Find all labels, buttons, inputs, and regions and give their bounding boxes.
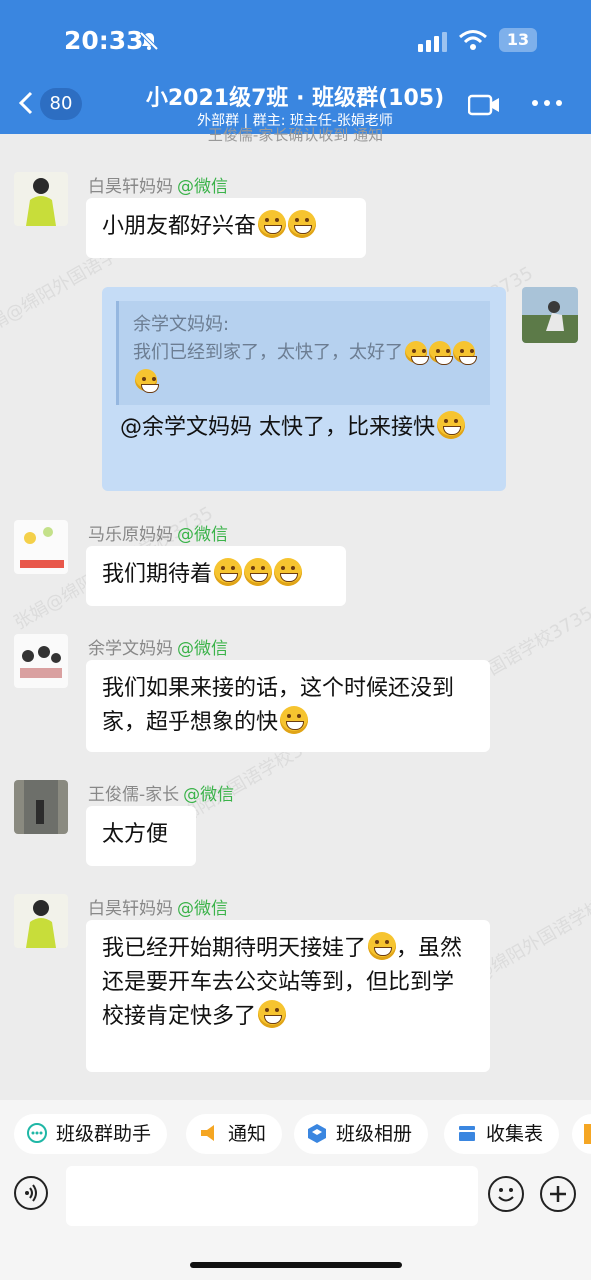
video-call-icon[interactable] (468, 94, 500, 116)
plus-icon[interactable] (540, 1176, 576, 1212)
smile-emoji-icon (274, 558, 303, 586)
my-message-text: @余学文妈妈 太快了，比来接快 (120, 411, 490, 445)
back-arrow-icon[interactable] (16, 90, 36, 116)
sender-name: 余学文妈妈 @微信 (88, 639, 228, 659)
cellular-signal-icon (418, 32, 447, 52)
quote-text: 我们已经到家了，太快了，太好了 (133, 342, 403, 363)
my-message-bubble[interactable]: 余学文妈妈: 我们已经到家了，太快了，太好了 @余学文妈妈 太快了，比来接快 (102, 287, 506, 491)
message-bubble[interactable]: 我们如果来接的话，这个时候还没到家，超乎想象的快 (86, 660, 490, 752)
battery-indicator: 13 (499, 28, 537, 52)
smile-emoji-icon (244, 558, 273, 586)
home-indicator (190, 1262, 402, 1268)
chat-area[interactable]: 张娟@绵阳外国语学校3735 张娟@绵阳外国语学校3735 张娟@绵阳外国语学校… (0, 134, 591, 1100)
class-assistant-button[interactable]: 班级群助手 (14, 1114, 168, 1154)
grin-emoji-icon (288, 210, 317, 238)
emoji-icon[interactable] (488, 1176, 524, 1212)
chat-title: 小2021级7班 · 班级群(105) (145, 86, 445, 111)
header-bar: 20:33 13 80 小2021级7班 · 班级群(105) 外部群 | 群主… (0, 0, 591, 134)
emoji-icon (135, 369, 159, 393)
status-time: 20:33 (64, 26, 144, 55)
class-album-button[interactable]: 班级相册 (294, 1114, 429, 1154)
thinking-emoji-icon (368, 932, 397, 960)
album-icon (308, 1124, 326, 1143)
mute-bell-icon (139, 31, 159, 51)
notice-button[interactable]: 通知 (186, 1114, 283, 1154)
form-icon (459, 1126, 475, 1141)
message-input[interactable] (66, 1166, 478, 1226)
voice-input-icon[interactable] (14, 1176, 48, 1210)
grin-emoji-icon (258, 1000, 287, 1028)
emoji-icon (453, 341, 477, 365)
emoji-icon (429, 341, 453, 365)
chat-nav: 80 小2021级7班 · 班级群(105) 外部群 | 群主: 班主任-张娟老… (0, 80, 591, 130)
smile-emoji-icon (214, 558, 243, 586)
avatar[interactable] (14, 172, 68, 226)
input-bar (0, 1160, 591, 1280)
my-avatar[interactable] (522, 287, 578, 343)
avatar[interactable] (14, 634, 68, 688)
wifi-icon (459, 30, 487, 50)
megaphone-icon (201, 1125, 214, 1141)
sender-name: 王俊儒-家长 @微信 (88, 785, 235, 805)
grin-emoji-icon (258, 210, 287, 238)
avatar[interactable] (14, 894, 68, 948)
avatar[interactable] (14, 520, 68, 574)
system-notice: 王俊儒-家长确认收到 通知 (207, 126, 384, 144)
grin-emoji-icon (280, 706, 309, 734)
quoted-message: 余学文妈妈: 我们已经到家了，太快了，太好了 (116, 301, 490, 405)
laugh-emoji-icon (437, 411, 465, 439)
more-tool-button[interactable] (572, 1114, 591, 1154)
sender-name: 马乐原妈妈 @微信 (88, 525, 228, 545)
quote-sender: 余学文妈妈: (133, 314, 230, 335)
unread-count-badge[interactable]: 80 (40, 88, 82, 120)
sender-name: 白昊轩妈妈 @微信 (88, 899, 228, 919)
message-bubble[interactable]: 太方便 (86, 806, 196, 866)
message-bubble[interactable]: 我们期待着 (86, 546, 346, 606)
emoji-icon (405, 341, 429, 365)
status-bar: 20:33 13 (0, 22, 591, 62)
message-bubble[interactable]: 小朋友都好兴奋 (86, 198, 366, 258)
more-options-icon[interactable] (532, 100, 562, 106)
chat-bubble-icon (27, 1123, 47, 1143)
avatar[interactable] (14, 780, 68, 834)
collection-form-button[interactable]: 收集表 (444, 1114, 560, 1154)
sender-name: 白昊轩妈妈 @微信 (88, 177, 228, 197)
message-bubble[interactable]: 我已经开始期待明天接娃了 ，虽然还是要开车去公交站等到，但比到学校接肯定快多了 (86, 920, 490, 1072)
